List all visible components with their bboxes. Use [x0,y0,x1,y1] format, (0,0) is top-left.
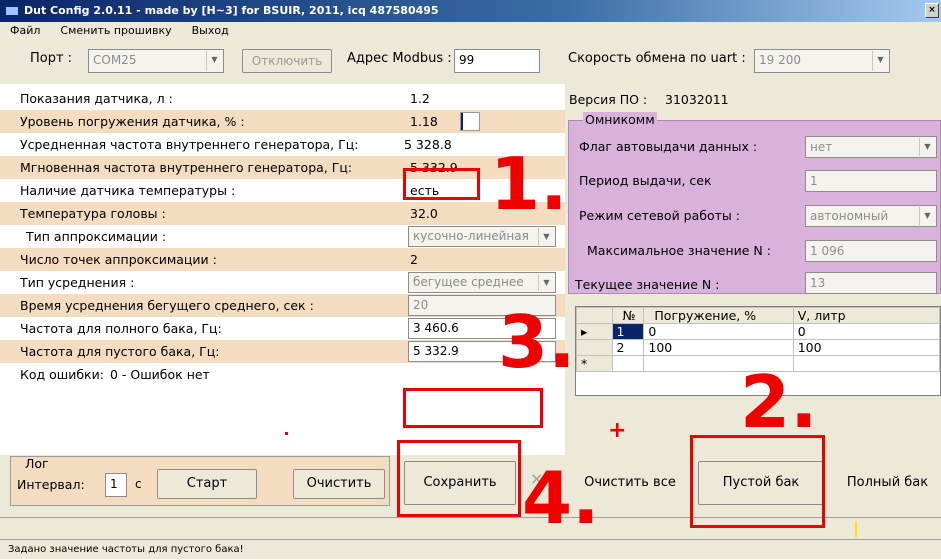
firmware-label: Версия ПО : [569,92,648,107]
chevron-down-icon: ▼ [538,228,554,245]
param-row-head-temp: Температура головы :32.0 [0,202,565,225]
log-group: Лог Интервал: 1 с Старт Очистить [10,456,390,506]
uart-value: 19 200 [759,53,801,67]
app-icon [6,7,18,15]
param-row-level: Уровень погружения датчика, % :1.18 [0,110,565,133]
avg-type-value: бегущее среднее [413,275,524,289]
port-label: Порт : [30,51,73,66]
network-select[interactable]: автономный ▼ [805,205,937,227]
toolbar: Порт : COM25 ▼ Отключить Адрес Modbus : 9… [0,40,941,84]
param-row-temp-sensor: Наличие датчика температуры : есть [0,179,565,202]
omnicomm-title: Омникомм [583,112,657,127]
approx-points-value: 2 [410,252,418,267]
current-label: Текущее значение N : [575,277,720,292]
title-bar: Dut Config 2.0.11 - made by [H~3] for BS… [0,0,941,22]
modbus-label: Адрес Modbus : [347,51,452,66]
avg-type-select[interactable]: бегущее среднее ▼ [408,272,556,293]
param-row-inst-freq: Мгновенная частота внутреннего генератор… [0,156,565,179]
auto-select[interactable]: нет ▼ [805,136,937,158]
clear-log-button[interactable]: Очистить [293,469,385,499]
level-value: 1.18 [410,114,438,129]
chevron-down-icon: ▼ [206,51,222,71]
interval-input[interactable]: 1 [105,473,127,497]
approx-type-select[interactable]: кусочно-линейная ▼ [408,226,556,247]
approx-type-value: кусочно-линейная [413,229,529,243]
auto-value: нет [810,140,833,154]
col-volume: V, литр [792,307,941,324]
chevron-down-icon: ▼ [919,138,935,156]
annotation-number-1: 1. [490,142,568,226]
annotation-box-save [397,440,521,517]
col-num: № [611,307,645,324]
interval-label: Интервал: [17,477,85,492]
modbus-input[interactable]: 99 [454,49,540,73]
param-row-approx-type: Тип аппроксимации : кусочно-линейная ▼ [0,225,565,248]
head-temp-value: 32.0 [410,206,438,221]
period-input[interactable]: 1 [805,170,937,192]
annotation-box-empty-tank [690,435,825,528]
network-value: автономный [810,209,889,223]
max-label: Максимальное значение N : [587,243,771,258]
param-row-avg-time: Время усреднения бегущего среднего, сек … [0,294,565,317]
new-row-marker: * [576,355,613,372]
start-button[interactable]: Старт [157,469,257,499]
level-indicator [460,112,480,131]
annotation-box-empty-freq [403,388,543,428]
port-select[interactable]: COM25 ▼ [88,49,224,73]
param-row-avg-freq: Усредненная частота внутреннего генерато… [0,133,565,156]
port-value: COM25 [93,53,137,67]
reading-value: 1.2 [410,91,430,106]
menu-bar: Файл Сменить прошивку Выход [0,22,941,40]
level-fill [461,113,464,130]
period-label: Период выдачи, сек [579,173,712,188]
menu-file[interactable]: Файл [10,24,40,37]
max-input[interactable]: 1 096 [805,240,937,262]
auto-label: Флаг автовыдачи данных : [579,139,758,154]
interval-unit: с [135,477,142,491]
param-row-empty-freq: Частота для пустого бака, Гц: 5 332.9 [0,340,565,363]
param-row-approx-points: Число точек аппроксимации :2 [0,248,565,271]
uart-select[interactable]: 19 200 ▼ [754,49,890,73]
chevron-down-icon: ▼ [872,51,888,71]
annotation-box-inst-freq [403,168,480,200]
param-row-full-freq: Частота для полного бака, Гц: 3 460.6 [0,317,565,340]
param-row-avg-type: Тип усреднения : бегущее среднее ▼ [0,271,565,294]
log-title: Лог [25,456,49,471]
chevron-down-icon: ▼ [538,274,554,291]
chevron-down-icon: ▼ [919,207,935,225]
current-input[interactable]: 13 [805,272,937,294]
uart-label: Скорость обмена по uart : [568,51,746,66]
firmware-value: 31032011 [665,92,729,107]
table-header: № Погружение, % V, литр [576,307,941,324]
status-bar: Задано значение частоты для пустого бака… [0,539,941,559]
annotation-dot [285,432,288,435]
full-tank-button[interactable]: Полный бак [834,461,941,505]
menu-firmware[interactable]: Сменить прошивку [60,24,171,37]
error-value: 0 - Ошибок нет [110,367,210,382]
progress-marker [855,521,857,537]
annotation-number-2: 2. [740,360,818,444]
table-row[interactable]: 2 100 100 [576,339,941,356]
avg-freq-value: 5 328.8 [404,137,452,152]
close-button[interactable]: × [925,3,939,18]
window-title: Dut Config 2.0.11 - made by [H~3] for BS… [24,4,439,17]
annotation-number-4: 4. [522,456,600,540]
param-row-error: Код ошибки: 0 - Ошибок нет [0,363,565,386]
annotation-plus: + [608,418,627,443]
table-row[interactable]: ▸ 1 0 0 [576,323,941,340]
col-depth: Погружение, % [643,307,794,324]
disconnect-button[interactable]: Отключить [242,49,332,73]
param-row-reading: Показания датчика, л :1.2 [0,87,565,110]
row-marker: ▸ [576,323,613,340]
menu-exit[interactable]: Выход [192,24,229,37]
network-label: Режим сетевой работы : [579,208,740,223]
annotation-number-3: 3. [498,300,576,384]
omnicomm-group: Омникомм Флаг автовыдачи данных : нет ▼ П… [568,112,941,294]
